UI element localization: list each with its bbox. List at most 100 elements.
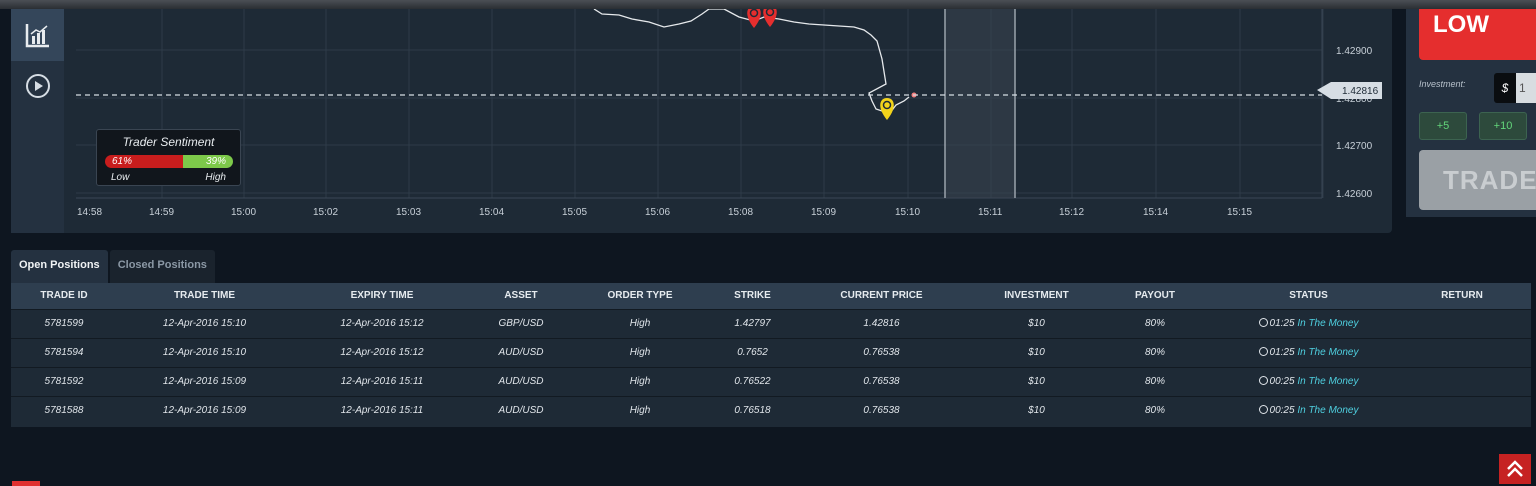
- chart-toolbar: [11, 9, 74, 233]
- status-timer: 00:25: [1269, 376, 1295, 387]
- time-tick-label: 15:11: [978, 207, 1003, 218]
- header-asset[interactable]: ASSET: [472, 283, 570, 309]
- time-tick-label: 15:06: [645, 207, 670, 218]
- cell-investment: $10: [1028, 405, 1045, 416]
- status-timer: 01:25: [1269, 347, 1295, 358]
- cell-expiry-time: 12-Apr-2016 15:12: [340, 347, 424, 358]
- tab-open-positions[interactable]: Open Positions: [11, 250, 108, 284]
- cell-order-type: High: [629, 347, 651, 358]
- time-tick-label: 15:15: [1227, 207, 1252, 218]
- brand-logo-fragment: [12, 481, 40, 486]
- price-tick-label: 1.42600: [1336, 189, 1373, 200]
- price-chart[interactable]: 1.42900 1.42800 1.42700 1.42600 1.42816 14:58…: [64, 9, 1392, 233]
- cell-strike: 0.76518: [734, 405, 771, 416]
- header-investment[interactable]: INVESTMENT: [968, 283, 1105, 309]
- sentiment-title: Trader Sentiment: [122, 135, 215, 149]
- clock-icon: [1258, 347, 1268, 356]
- cell-trade-time: 12-Apr-2016 15:10: [162, 347, 247, 358]
- cell-status: 01:25 In The Money: [1205, 339, 1412, 367]
- table-row[interactable]: 5781588 12-Apr-2016 15:09 12-Apr-2016 15:1…: [11, 396, 1531, 425]
- time-tick-label: 15:09: [811, 207, 836, 218]
- header-expiry-time[interactable]: EXPIRY TIME: [292, 283, 472, 309]
- clock-icon: [1258, 405, 1268, 414]
- cell-payout: 80%: [1144, 318, 1165, 329]
- sentiment-low-percent: 61%: [105, 155, 184, 168]
- investment-input[interactable]: [1516, 73, 1536, 103]
- cell-expiry-time: 12-Apr-2016 15:11: [340, 376, 424, 387]
- play-button[interactable]: [11, 67, 64, 105]
- sentiment-bar: 61% 39%: [105, 155, 233, 168]
- time-tick-label: 14:58: [77, 207, 102, 218]
- table-header: TRADE ID TRADE TIME EXPIRY TIME ASSET OR…: [11, 283, 1531, 309]
- positions-tabs: Open Positions Closed Positions: [11, 250, 215, 284]
- time-tick-label: 15:00: [231, 207, 256, 218]
- cell-current-price: 0.76538: [863, 405, 900, 416]
- price-tick-label: 1.42900: [1336, 46, 1373, 57]
- cell-return: [1412, 339, 1512, 367]
- cell-return: [1412, 310, 1512, 338]
- trade-button[interactable]: TRADE: [1419, 150, 1536, 210]
- time-tick-label: 15:10: [895, 207, 920, 218]
- time-tick-label: 15:02: [313, 207, 338, 218]
- status-text: In The Money: [1297, 376, 1359, 387]
- header-status[interactable]: STATUS: [1205, 283, 1412, 309]
- tab-closed-positions[interactable]: Closed Positions: [109, 250, 215, 284]
- time-tick-label: 14:59: [149, 207, 174, 218]
- add-10-button[interactable]: +10: [1479, 112, 1527, 140]
- cell-current-price: 0.76538: [863, 347, 900, 358]
- price-tick-label: 1.42700: [1336, 141, 1373, 152]
- cell-trade-id: 5781599: [44, 318, 84, 329]
- cell-status: 00:25 In The Money: [1205, 397, 1412, 425]
- cell-payout: 80%: [1144, 347, 1165, 358]
- cell-current-price: 0.76538: [863, 376, 900, 387]
- time-tick-label: 15:03: [396, 207, 421, 218]
- cell-trade-id: 5781588: [44, 405, 84, 416]
- sentiment-low-label: Low: [111, 172, 130, 183]
- bar-chart-icon: [25, 24, 49, 48]
- status-text: In The Money: [1297, 405, 1359, 416]
- cell-return: [1412, 368, 1512, 396]
- cell-asset: AUD/USD: [498, 376, 544, 387]
- header-current-price[interactable]: CURRENT PRICE: [795, 283, 968, 309]
- cell-investment: $10: [1028, 376, 1045, 387]
- clock-icon: [1258, 376, 1268, 385]
- cell-expiry-time: 12-Apr-2016 15:12: [340, 318, 424, 329]
- cell-trade-time: 12-Apr-2016 15:09: [162, 405, 247, 416]
- trade-marker-red: [763, 9, 777, 27]
- cell-payout: 80%: [1144, 376, 1165, 387]
- cell-current-price: 1.42816: [863, 318, 900, 329]
- cell-trade-time: 12-Apr-2016 15:10: [162, 318, 247, 329]
- header-trade-time[interactable]: TRADE TIME: [117, 283, 292, 309]
- header-strike[interactable]: STRIKE: [710, 283, 795, 309]
- cell-asset: GBP/USD: [498, 318, 544, 329]
- cell-status: 00:25 In The Money: [1205, 368, 1412, 396]
- chevrons-up-icon: [1507, 460, 1523, 477]
- cell-asset: AUD/USD: [498, 405, 544, 416]
- table-row[interactable]: 5781592 12-Apr-2016 15:09 12-Apr-2016 15:1…: [11, 367, 1531, 396]
- header-return[interactable]: RETURN: [1412, 283, 1512, 309]
- trader-sentiment-box: Trader Sentiment 61% 39% Low High: [96, 129, 241, 186]
- trade-panel: LOW Investment: $ +5 +10 TRADE: [1406, 9, 1536, 217]
- header-order-type[interactable]: ORDER TYPE: [570, 283, 710, 309]
- chart-type-button[interactable]: [11, 9, 74, 61]
- cell-expiry-time: 12-Apr-2016 15:11: [340, 405, 424, 416]
- table-row[interactable]: 5781599 12-Apr-2016 15:10 12-Apr-2016 15:1…: [11, 309, 1531, 338]
- cell-status: 01:25 In The Money: [1205, 310, 1412, 338]
- window-top-bar: [0, 0, 1536, 9]
- cell-payout: 80%: [1144, 405, 1165, 416]
- low-button[interactable]: LOW: [1419, 9, 1536, 60]
- price-chart-canvas[interactable]: 1.429001.428001.427001.426001.4281614:58…: [64, 9, 1392, 233]
- time-tick-label: 15:04: [479, 207, 504, 218]
- time-tick-label: 15:14: [1143, 207, 1168, 218]
- sentiment-high-percent: 39%: [183, 155, 233, 168]
- time-tick-label: 15:08: [728, 207, 753, 218]
- cell-investment: $10: [1028, 347, 1045, 358]
- trade-marker-red: [747, 9, 761, 28]
- table-row[interactable]: 5781594 12-Apr-2016 15:10 12-Apr-2016 15:1…: [11, 338, 1531, 367]
- currency-symbol: $: [1494, 73, 1516, 103]
- current-price-tag-label: 1.42816: [1342, 86, 1379, 97]
- header-payout[interactable]: PAYOUT: [1105, 283, 1205, 309]
- scroll-to-top-button[interactable]: [1499, 454, 1531, 484]
- add-5-button[interactable]: +5: [1419, 112, 1467, 140]
- header-trade-id[interactable]: TRADE ID: [11, 283, 117, 309]
